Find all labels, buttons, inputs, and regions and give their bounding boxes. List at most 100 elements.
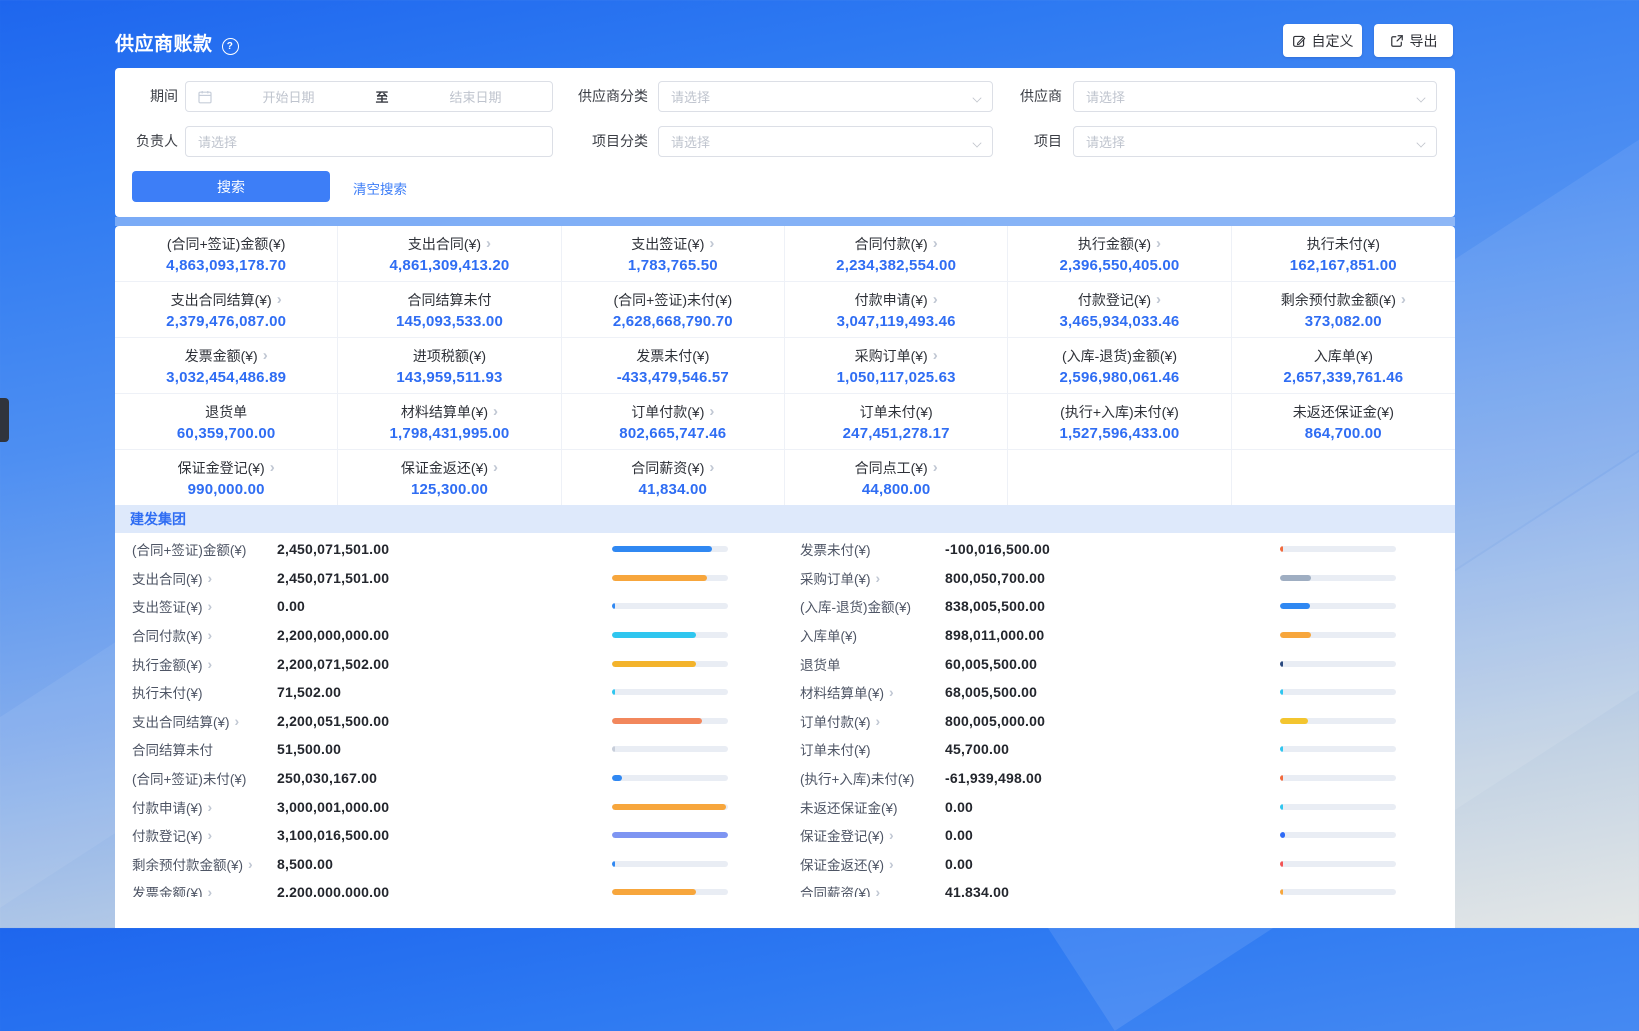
- detail-row: 合同结算未付 51,500.00: [132, 735, 728, 764]
- summary-card[interactable]: 合同点工(¥) › 44,800.00: [785, 449, 1008, 505]
- drawer-handle[interactable]: [0, 398, 9, 442]
- select-placeholder: 请选择: [671, 87, 710, 106]
- summary-card[interactable]: 合同付款(¥) › 2,234,382,554.00: [785, 226, 1008, 281]
- select-placeholder: 请选择: [671, 132, 710, 151]
- summary-card[interactable]: 支出签证(¥) › 1,783,765.50: [562, 226, 785, 281]
- progress-bar: [612, 603, 728, 609]
- chevron-right-icon: ›: [493, 460, 498, 475]
- detail-value: 0.00: [277, 598, 305, 614]
- summary-card-value: 2,657,339,761.46: [1283, 369, 1403, 386]
- chevron-right-icon: ›: [933, 236, 938, 251]
- summary-card-value: 2,596,980,061.46: [1060, 369, 1180, 386]
- project-label: 项目: [962, 126, 1062, 157]
- summary-card-value: 3,032,454,486.89: [166, 369, 286, 386]
- progress-bar-fill: [612, 832, 728, 838]
- search-button[interactable]: 搜索: [132, 171, 330, 202]
- supplier-label: 供应商: [962, 81, 1062, 112]
- summary-card[interactable]: 采购订单(¥) › 1,050,117,025.63: [785, 337, 1008, 393]
- detail-row[interactable]: 支出签证(¥) › 0.00: [132, 592, 728, 621]
- owner-label: 负责人: [115, 126, 178, 157]
- progress-bar-fill: [1280, 575, 1311, 581]
- project-category-select[interactable]: 请选择: [658, 126, 993, 157]
- detail-row: 未返还保证金(¥) 0.00: [800, 792, 1396, 821]
- detail-row[interactable]: 付款申请(¥) › 3,000,001,000.00: [132, 792, 728, 821]
- detail-value: 68,005,500.00: [945, 684, 1037, 700]
- detail-value: 2,200,000,000.00: [277, 884, 389, 897]
- help-icon[interactable]: ?: [222, 38, 239, 55]
- progress-bar-fill: [612, 689, 615, 695]
- progress-bar-fill: [1280, 546, 1283, 552]
- customize-button-label: 自定义: [1312, 31, 1354, 51]
- progress-bar-fill: [612, 861, 615, 867]
- supplier-category-select[interactable]: 请选择: [658, 81, 993, 112]
- summary-card-value: 2,234,382,554.00: [836, 257, 956, 274]
- summary-card-label: (执行+入库)未付(¥): [1060, 402, 1179, 422]
- detail-row[interactable]: 采购订单(¥) › 800,050,700.00: [800, 564, 1396, 593]
- owner-select[interactable]: 请选择: [185, 126, 553, 157]
- summary-card[interactable]: 支出合同结算(¥) › 2,379,476,087.00: [115, 281, 338, 337]
- detail-row[interactable]: 执行金额(¥) › 2,200,071,502.00: [132, 649, 728, 678]
- summary-card[interactable]: 材料结算单(¥) › 1,798,431,995.00: [338, 393, 561, 449]
- detail-row[interactable]: 发票金额(¥) › 2,200,000,000.00: [132, 878, 728, 897]
- detail-row[interactable]: 材料结算单(¥) › 68,005,500.00: [800, 678, 1396, 707]
- detail-label: 保证金登记(¥): [800, 825, 884, 845]
- detail-label: 未返还保证金(¥): [800, 797, 898, 817]
- detail-row[interactable]: 合同付款(¥) › 2,200,000,000.00: [132, 621, 728, 650]
- customize-button[interactable]: 自定义: [1283, 24, 1362, 57]
- detail-value: 800,005,000.00: [945, 713, 1045, 729]
- detail-label: (合同+签证)金额(¥): [132, 539, 246, 559]
- detail-value: 71,502.00: [277, 684, 341, 700]
- detail-row[interactable]: 合同薪资(¥) › 41,834.00: [800, 878, 1396, 897]
- summary-card-value: 60,359,700.00: [177, 425, 276, 442]
- date-range-input[interactable]: 开始日期 至 结束日期: [185, 81, 553, 112]
- progress-bar: [1280, 718, 1396, 724]
- summary-card-value: 2,396,550,405.00: [1060, 257, 1180, 274]
- chevron-down-icon: [1417, 139, 1425, 147]
- detail-row[interactable]: 保证金登记(¥) › 0.00: [800, 821, 1396, 850]
- start-date-placeholder[interactable]: 开始日期: [212, 87, 365, 106]
- detail-row[interactable]: 支出合同结算(¥) › 2,200,051,500.00: [132, 707, 728, 736]
- summary-card-label: 订单未付(¥): [860, 402, 933, 422]
- detail-row[interactable]: 剩余预付款金额(¥) › 8,500.00: [132, 850, 728, 879]
- progress-bar-fill: [612, 575, 707, 581]
- clear-search-link[interactable]: 清空搜索: [353, 178, 407, 198]
- summary-card: 退货单 60,359,700.00: [115, 393, 338, 449]
- progress-bar: [1280, 861, 1396, 867]
- summary-card: (合同+签证)金额(¥) 4,863,093,178.70: [115, 226, 338, 281]
- detail-row: 退货单 60,005,500.00: [800, 649, 1396, 678]
- supplier-select[interactable]: 请选择: [1073, 81, 1437, 112]
- export-icon: [1390, 34, 1404, 48]
- progress-bar-fill: [612, 546, 712, 552]
- summary-card[interactable]: 剩余预付款金额(¥) › 373,082.00: [1232, 281, 1455, 337]
- detail-label: 退货单: [800, 654, 841, 674]
- project-select[interactable]: 请选择: [1073, 126, 1437, 157]
- summary-card[interactable]: 付款登记(¥) › 3,465,934,033.46: [1008, 281, 1231, 337]
- summary-card[interactable]: 执行金额(¥) › 2,396,550,405.00: [1008, 226, 1231, 281]
- detail-row[interactable]: 付款登记(¥) › 3,100,016,500.00: [132, 821, 728, 850]
- summary-card-value: -433,479,546.57: [617, 369, 729, 386]
- detail-label: 付款登记(¥): [132, 825, 203, 845]
- summary-card[interactable]: 支出合同(¥) › 4,861,309,413.20: [338, 226, 561, 281]
- progress-bar: [1280, 889, 1396, 895]
- detail-row[interactable]: 订单付款(¥) › 800,005,000.00: [800, 707, 1396, 736]
- summary-card: 执行未付(¥) 162,167,851.00: [1232, 226, 1455, 281]
- detail-label: 执行未付(¥): [132, 682, 203, 702]
- summary-card[interactable]: 合同薪资(¥) › 41,834.00: [562, 449, 785, 505]
- summary-card: (入库-退货)金额(¥) 2,596,980,061.46: [1008, 337, 1231, 393]
- summary-card[interactable]: 保证金返还(¥) › 125,300.00: [338, 449, 561, 505]
- summary-card[interactable]: 发票金额(¥) › 3,032,454,486.89: [115, 337, 338, 393]
- summary-card[interactable]: 保证金登记(¥) › 990,000.00: [115, 449, 338, 505]
- chevron-right-icon: ›: [208, 599, 213, 613]
- detail-row[interactable]: 支出合同(¥) › 2,450,071,501.00: [132, 564, 728, 593]
- export-button[interactable]: 导出: [1374, 24, 1453, 57]
- summary-card[interactable]: 订单付款(¥) › 802,665,747.46: [562, 393, 785, 449]
- summary-card[interactable]: 付款申请(¥) › 3,047,119,493.46: [785, 281, 1008, 337]
- end-date-placeholder[interactable]: 结束日期: [399, 87, 552, 106]
- summary-card-label: 发票金额(¥): [185, 346, 258, 366]
- progress-bar-fill: [612, 775, 622, 781]
- progress-bar: [612, 546, 728, 552]
- progress-bar: [612, 746, 728, 752]
- summary-card-label: 支出合同(¥): [408, 234, 481, 254]
- chevron-right-icon: ›: [889, 828, 894, 842]
- detail-row[interactable]: 保证金返还(¥) › 0.00: [800, 850, 1396, 879]
